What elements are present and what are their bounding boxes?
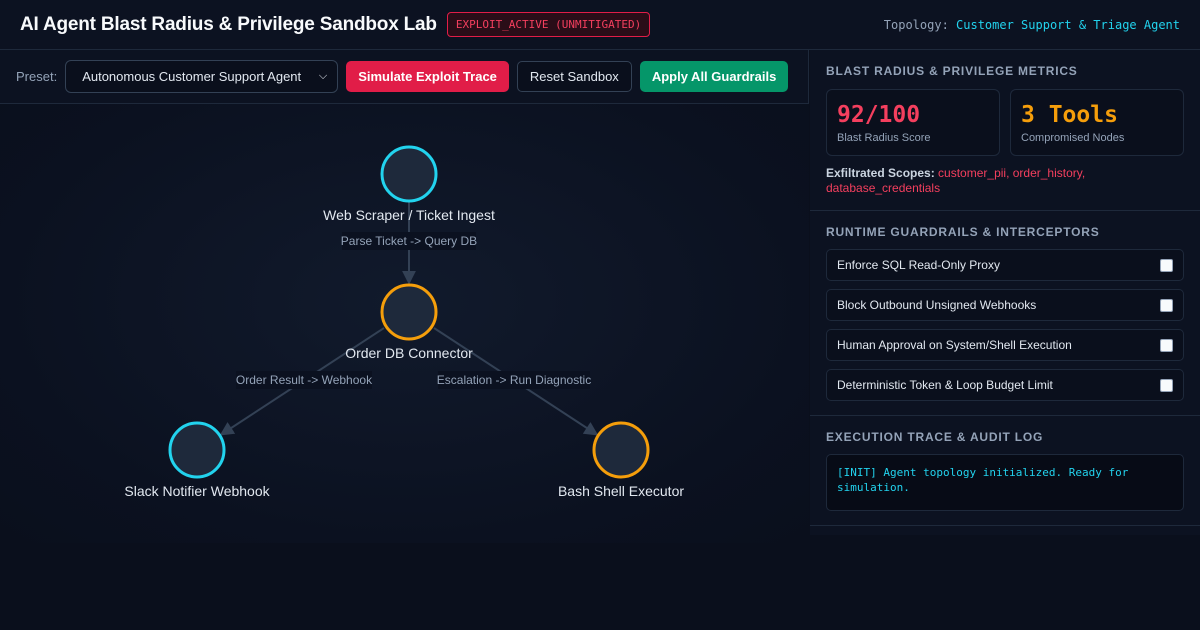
guardrail-checkbox[interactable] bbox=[1160, 298, 1173, 312]
guardrails-title: RUNTIME GUARDRAILS & INTERCEPTORS bbox=[826, 225, 1100, 239]
metrics-section: BLAST RADIUS & PRIVILEGE METRICS 92/100 … bbox=[810, 50, 1200, 211]
node-order-db[interactable] bbox=[380, 283, 438, 341]
apply-guardrails-button[interactable]: Apply All Guardrails bbox=[639, 61, 789, 92]
preset-select-value: Autonomous Customer Support Agent bbox=[82, 69, 302, 84]
node-label-order-db: Order DB Connector bbox=[345, 345, 473, 361]
guardrail-sql-readonly[interactable]: Enforce SQL Read-Only Proxy bbox=[826, 249, 1184, 281]
blast-radius-score: 92/100 bbox=[837, 102, 921, 128]
compromised-tools-count: 3 Tools bbox=[1021, 102, 1118, 128]
node-slack-webhook[interactable] bbox=[168, 421, 226, 479]
topology-svg: Parse Ticket -> Query DB Order Result ->… bbox=[124, 145, 684, 499]
chevron-down-icon: ⌵ bbox=[318, 70, 328, 82]
metrics-title: BLAST RADIUS & PRIVILEGE METRICS bbox=[826, 64, 1078, 78]
node-label-web-scraper: Web Scraper / Ticket Ingest bbox=[323, 207, 495, 223]
exfiltrated-scopes-label: Exfiltrated Scopes: bbox=[826, 166, 935, 180]
node-label-bash-executor: Bash Shell Executor bbox=[558, 483, 684, 499]
node-web-scraper[interactable] bbox=[380, 145, 438, 203]
right-sidebar: BLAST RADIUS & PRIVILEGE METRICS 92/100 … bbox=[810, 50, 1200, 535]
topology-value: Customer Support & Triage Agent bbox=[956, 17, 1180, 32]
exploit-status-badge: EXPLOIT_ACTIVE (UNMITIGATED) bbox=[446, 12, 651, 37]
preset-select[interactable]: Autonomous Customer Support Agent ⌵ bbox=[65, 60, 339, 93]
edge-label-parse-ticket: Parse Ticket -> Query DB bbox=[341, 234, 477, 248]
guardrail-checkbox[interactable] bbox=[1160, 338, 1173, 352]
guardrails-section: RUNTIME GUARDRAILS & INTERCEPTORS Enforc… bbox=[810, 211, 1200, 416]
compromised-nodes-card: 3 Tools Compromised Nodes bbox=[1010, 89, 1184, 156]
exfiltrated-scopes: Exfiltrated Scopes: customer_pii, order_… bbox=[826, 166, 1184, 196]
app-title: AI Agent Blast Radius & Privilege Sandbo… bbox=[20, 13, 437, 35]
guardrail-block-webhooks[interactable]: Block Outbound Unsigned Webhooks bbox=[826, 289, 1184, 321]
guardrail-human-approval[interactable]: Human Approval on System/Shell Execution bbox=[826, 329, 1184, 361]
topology-indicator: Topology: Customer Support & Triage Agen… bbox=[884, 18, 1180, 32]
simulate-exploit-button[interactable]: Simulate Exploit Trace bbox=[346, 61, 509, 92]
guardrail-label: Human Approval on System/Shell Execution bbox=[837, 338, 1072, 352]
guardrail-list: Enforce SQL Read-Only Proxy Block Outbou… bbox=[826, 249, 1184, 401]
guardrail-checkbox[interactable] bbox=[1160, 258, 1173, 272]
edge-label-escalation: Escalation -> Run Diagnostic bbox=[437, 373, 591, 387]
agent-topology-graph: Parse Ticket -> Query DB Order Result ->… bbox=[0, 104, 809, 543]
compromised-nodes-label: Compromised Nodes bbox=[1021, 132, 1125, 144]
guardrail-checkbox[interactable] bbox=[1160, 378, 1173, 392]
node-bash-executor[interactable] bbox=[592, 421, 650, 479]
blast-radius-label: Blast Radius Score bbox=[837, 132, 931, 144]
audit-title: EXECUTION TRACE & AUDIT LOG bbox=[826, 430, 1044, 444]
audit-section: EXECUTION TRACE & AUDIT LOG [INIT] Agent… bbox=[810, 416, 1200, 526]
guardrail-label: Deterministic Token & Loop Budget Limit bbox=[837, 378, 1053, 392]
blast-radius-card: 92/100 Blast Radius Score bbox=[826, 89, 1000, 156]
edge-label-order-result: Order Result -> Webhook bbox=[236, 373, 373, 387]
metric-cards: 92/100 Blast Radius Score 3 Tools Compro… bbox=[826, 89, 1184, 156]
topology-label: Topology: bbox=[883, 17, 949, 32]
reset-sandbox-button[interactable]: Reset Sandbox bbox=[516, 61, 632, 92]
preset-label: Preset: bbox=[16, 69, 58, 84]
guardrail-label: Block Outbound Unsigned Webhooks bbox=[837, 298, 1037, 312]
app-header: AI Agent Blast Radius & Privilege Sandbo… bbox=[0, 0, 1200, 50]
guardrail-label: Enforce SQL Read-Only Proxy bbox=[837, 258, 1000, 272]
guardrail-token-budget[interactable]: Deterministic Token & Loop Budget Limit bbox=[826, 369, 1184, 401]
sandbox-panel: Preset: Autonomous Customer Support Agen… bbox=[0, 50, 809, 543]
node-label-slack-webhook: Slack Notifier Webhook bbox=[124, 483, 270, 499]
toolbar: Preset: Autonomous Customer Support Agen… bbox=[0, 50, 808, 104]
audit-log[interactable]: [INIT] Agent topology initialized. Ready… bbox=[826, 454, 1184, 511]
